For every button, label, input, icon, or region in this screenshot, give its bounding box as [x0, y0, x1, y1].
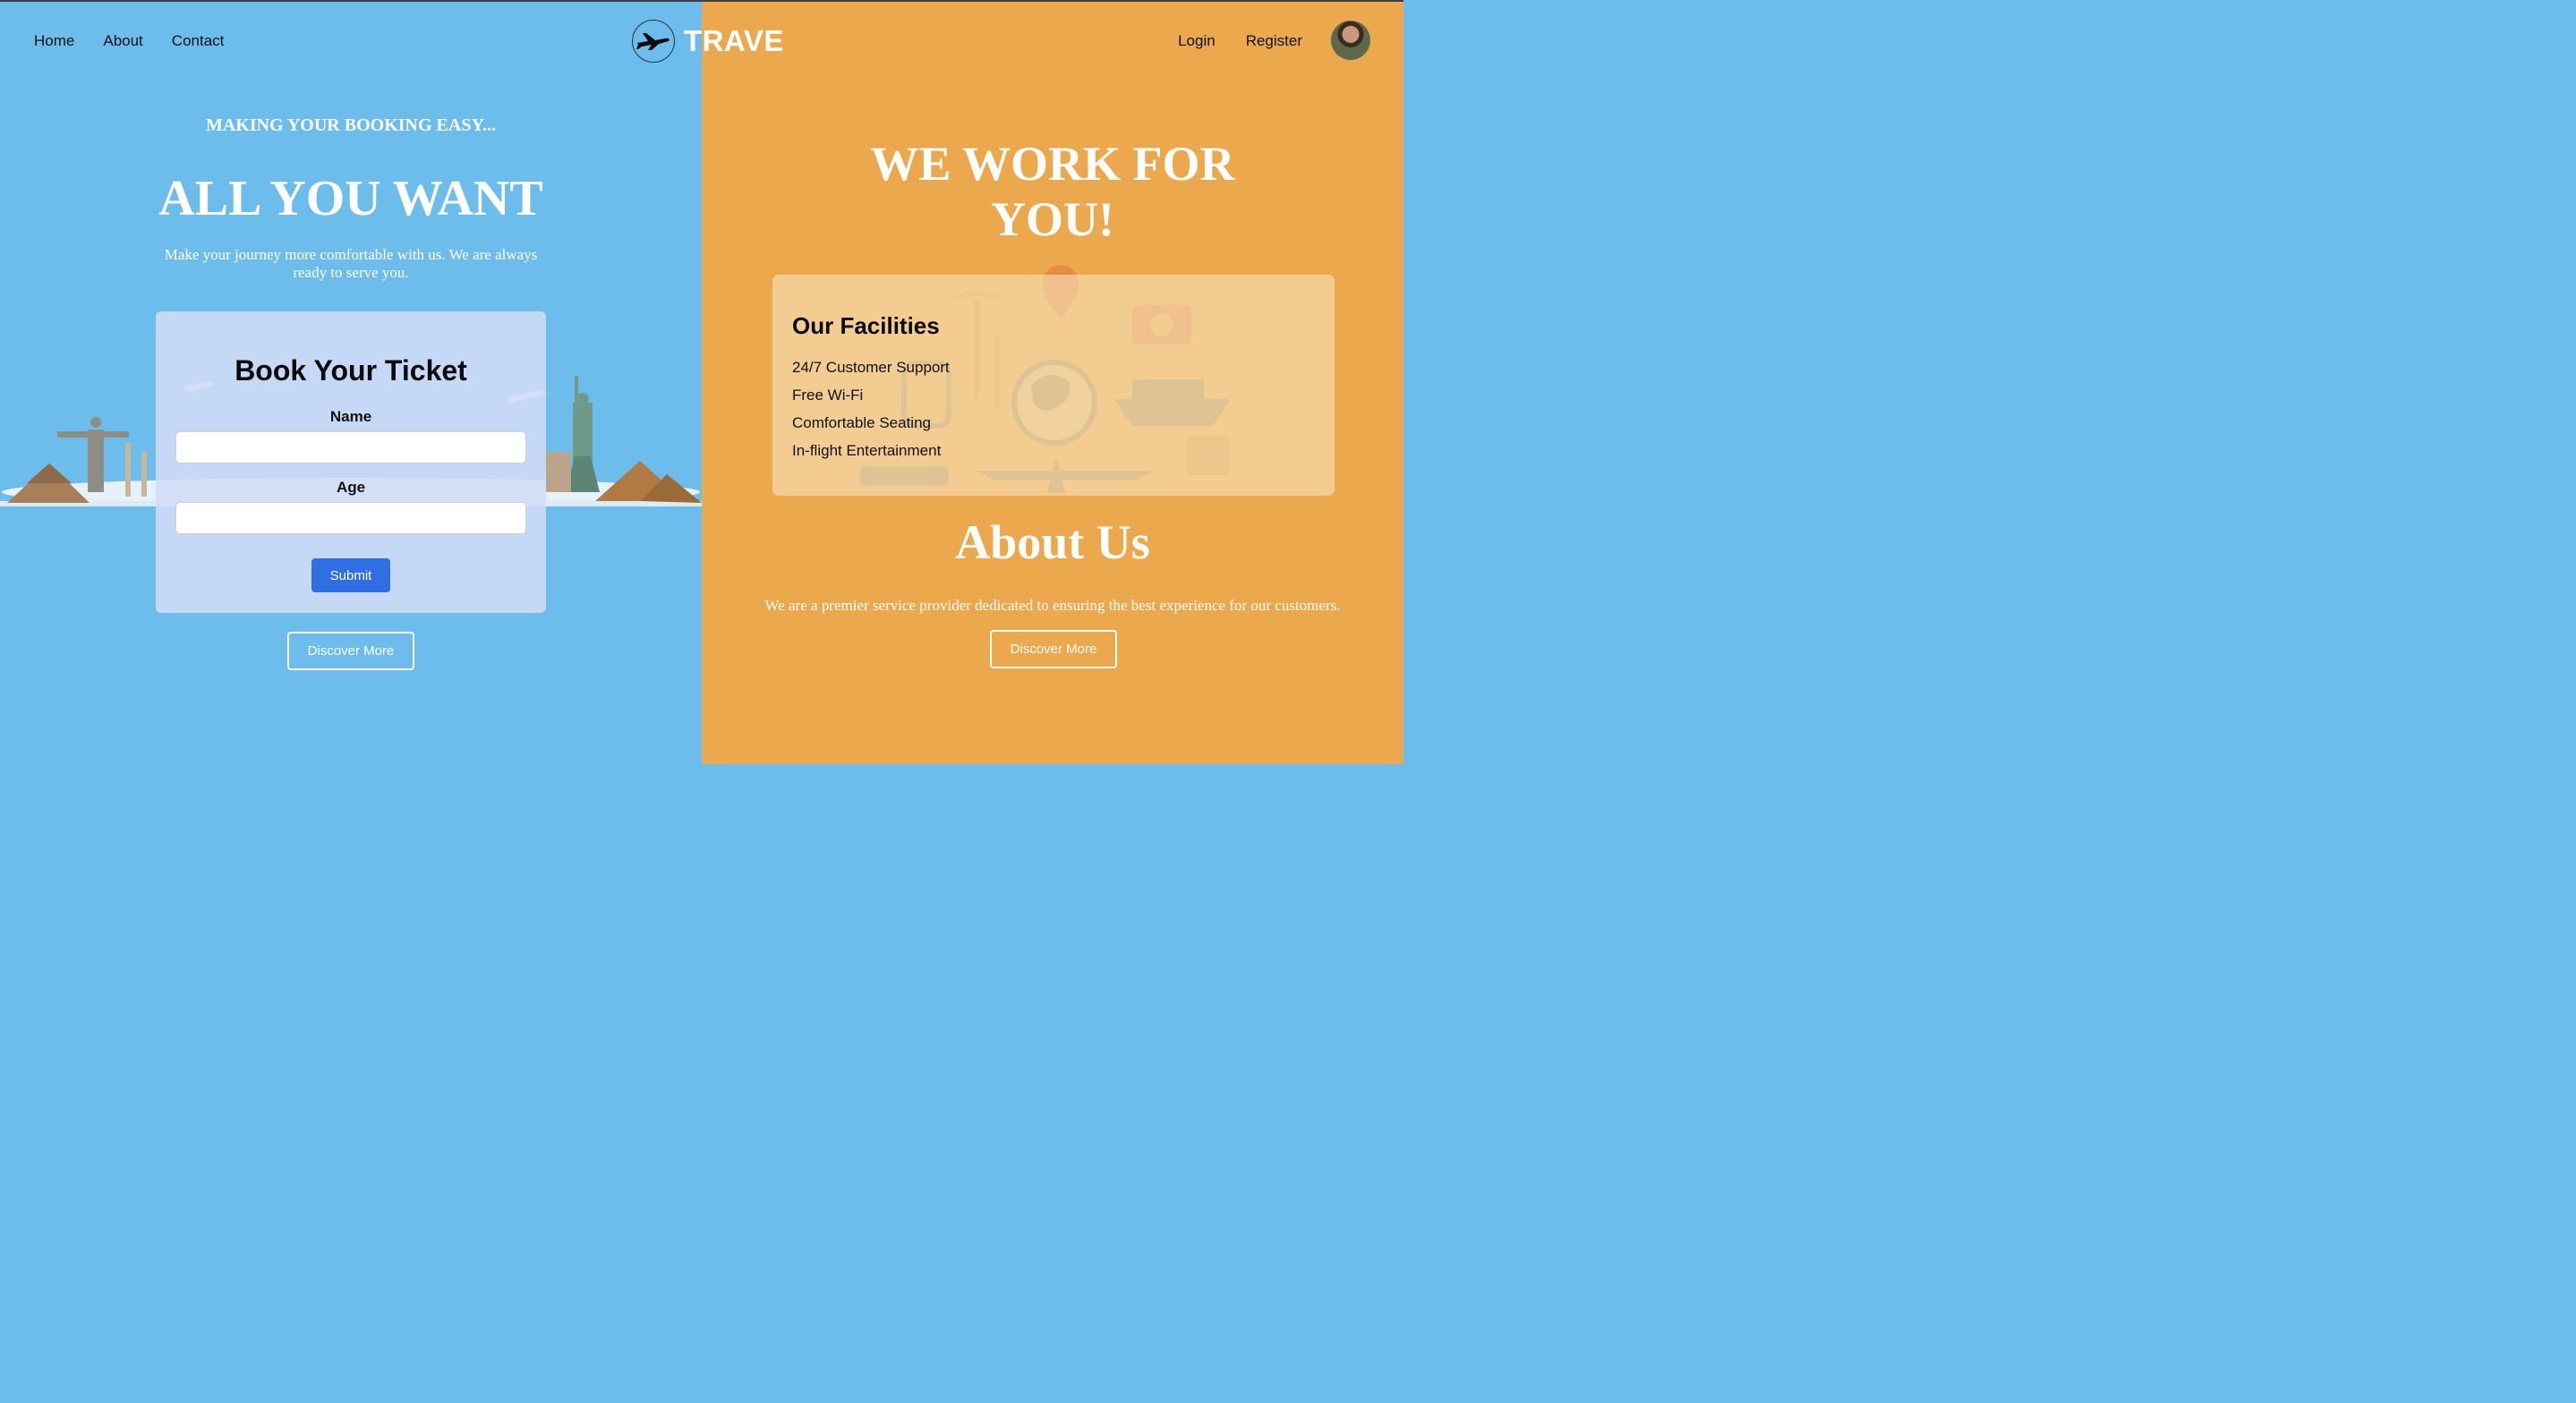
age-input[interactable] — [175, 502, 526, 534]
hero-subtitle: Make your journey more comfortable with … — [164, 246, 538, 281]
facilities-list: 24/7 Customer Support Free Wi-Fi Comfort… — [792, 359, 950, 470]
login-link[interactable]: Login — [1178, 32, 1215, 50]
window-top-border — [0, 0, 1403, 2]
nav-home-link[interactable]: Home — [34, 32, 74, 50]
name-label: Name — [329, 408, 372, 425]
facilities-card: Our Facilities 24/7 Customer Support Fre… — [772, 275, 1335, 496]
hero-kicker: MAKING YOUR BOOKING EASY... — [205, 115, 497, 135]
name-input[interactable] — [175, 431, 526, 463]
airplane-icon — [632, 20, 675, 63]
list-item: 24/7 Customer Support — [792, 359, 950, 376]
age-label: Age — [336, 479, 366, 496]
discover-more-button-left[interactable]: Discover More — [287, 632, 414, 670]
nav-about-link[interactable]: About — [103, 32, 142, 50]
about-title: About Us — [955, 515, 1150, 569]
nav-contact-link[interactable]: Contact — [172, 32, 225, 50]
brand-name: TRAVE — [684, 24, 784, 57]
discover-more-button-right[interactable]: Discover More — [990, 630, 1117, 668]
hero-title: ALL YOU WANT — [158, 171, 543, 226]
booking-card: Book Your Ticket Name Age Submit — [156, 311, 546, 613]
list-item: Free Wi-Fi — [792, 387, 864, 404]
submit-button[interactable]: Submit — [311, 558, 390, 592]
register-link[interactable]: Register — [1246, 32, 1302, 50]
brand-logo[interactable]: TRAVE — [632, 20, 784, 63]
user-avatar[interactable] — [1331, 21, 1370, 60]
list-item: In-flight Entertainment — [792, 442, 942, 459]
list-item: Comfortable Seating — [792, 414, 931, 431]
about-text: We are a premier service provider dedica… — [764, 597, 1341, 614]
facilities-title: Our Facilities — [792, 312, 940, 339]
work-title: WE WORK FOR YOU! — [870, 137, 1235, 246]
main-nav: Home About Contact — [34, 32, 224, 50]
booking-title: Book Your Ticket — [235, 354, 467, 387]
auth-nav: Login Register — [1178, 32, 1302, 50]
